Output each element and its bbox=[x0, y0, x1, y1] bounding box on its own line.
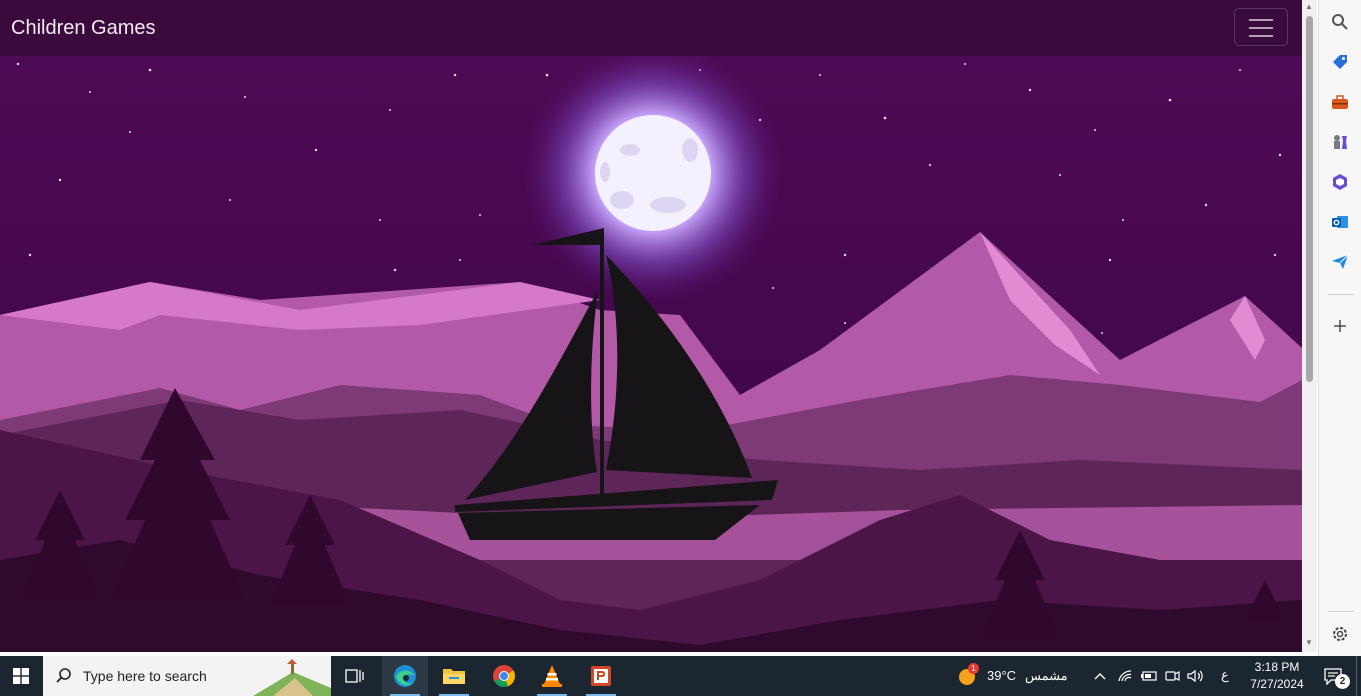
top-navbar: Children Games bbox=[0, 0, 1302, 56]
send-paper-plane-icon[interactable] bbox=[1330, 252, 1350, 272]
outlook-icon[interactable] bbox=[1330, 212, 1350, 232]
web-page: Children Games bbox=[0, 0, 1302, 652]
edge-sidebar bbox=[1318, 0, 1361, 656]
microsoft365-icon[interactable] bbox=[1330, 172, 1350, 192]
windows-logo-icon bbox=[13, 668, 29, 684]
show-desktop-button[interactable] bbox=[1356, 656, 1361, 696]
edge-browser-taskbar-icon[interactable] bbox=[382, 656, 428, 696]
search-icon[interactable] bbox=[1330, 12, 1350, 32]
battery-icon[interactable] bbox=[1138, 656, 1160, 696]
scrollbar-thumb[interactable] bbox=[1306, 16, 1313, 382]
windows-start-button[interactable] bbox=[0, 656, 42, 696]
weather-temperature[interactable]: 39°C bbox=[987, 668, 1016, 683]
weather-sun-icon[interactable]: 1 bbox=[952, 656, 982, 696]
browser-window: Children Games ▲ ▼ bbox=[0, 0, 1361, 656]
task-view-icon[interactable] bbox=[332, 656, 378, 696]
search-placeholder: Type here to search bbox=[83, 668, 207, 684]
notification-center-icon[interactable]: 2 bbox=[1313, 656, 1353, 696]
chrome-icon[interactable] bbox=[481, 656, 527, 696]
powerpoint-icon[interactable] bbox=[578, 656, 624, 696]
add-icon[interactable] bbox=[1330, 316, 1350, 336]
navbar-menu-toggle-button[interactable] bbox=[1234, 8, 1288, 46]
scroll-down-arrow-icon[interactable]: ▼ bbox=[1305, 638, 1313, 647]
night-scene-illustration bbox=[0, 0, 1302, 652]
camera-icon[interactable] bbox=[1161, 656, 1183, 696]
search-highlight-illustration bbox=[253, 659, 331, 696]
navbar-brand[interactable]: Children Games bbox=[11, 17, 156, 40]
sidebar-divider-bottom bbox=[1328, 611, 1354, 612]
toolbox-icon[interactable] bbox=[1330, 92, 1350, 112]
shopping-tag-icon[interactable] bbox=[1330, 52, 1350, 72]
vertical-scrollbar[interactable]: ▲ ▼ bbox=[1302, 0, 1317, 652]
sidebar-divider bbox=[1328, 294, 1354, 295]
volume-icon[interactable] bbox=[1184, 656, 1206, 696]
clock-time: 3:18 PM bbox=[1254, 660, 1300, 674]
hamburger-icon-bar-3 bbox=[1249, 35, 1273, 37]
input-language-indicator[interactable]: ع bbox=[1221, 667, 1229, 683]
wifi-icon[interactable] bbox=[1114, 656, 1136, 696]
games-chess-icon[interactable] bbox=[1330, 132, 1350, 152]
scroll-up-arrow-icon[interactable]: ▲ bbox=[1305, 2, 1313, 11]
chevron-up-icon[interactable] bbox=[1088, 656, 1112, 696]
system-clock[interactable]: 3:18 PM 7/27/2024 bbox=[1244, 659, 1310, 693]
weather-badge: 1 bbox=[968, 663, 979, 674]
vlc-player-icon[interactable] bbox=[529, 656, 575, 696]
clock-date: 7/27/2024 bbox=[1250, 677, 1304, 691]
weather-condition[interactable]: مشمس bbox=[1025, 668, 1068, 684]
notification-count-badge: 2 bbox=[1335, 674, 1350, 689]
settings-gear-icon[interactable] bbox=[1330, 624, 1350, 644]
hamburger-icon bbox=[1249, 19, 1273, 21]
search-icon bbox=[56, 668, 71, 683]
hamburger-icon-bar-2 bbox=[1249, 27, 1273, 29]
file-explorer-icon[interactable] bbox=[431, 656, 477, 696]
windows-taskbar: Type here to search 1 39°C مشمس ع 3:18 P… bbox=[0, 656, 1361, 696]
taskbar-search-box[interactable]: Type here to search bbox=[43, 656, 331, 696]
